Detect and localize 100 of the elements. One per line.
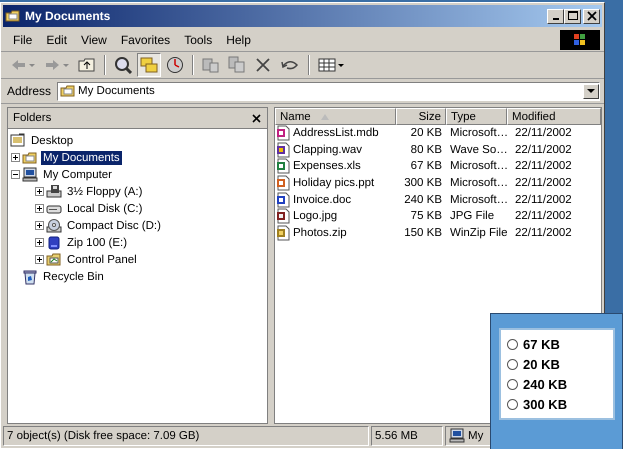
file-size: 67 KB (410, 160, 443, 172)
expander-box[interactable] (35, 187, 44, 196)
file-date: 22/11/2002 (514, 177, 573, 190)
file-type: Microsoft… (449, 194, 507, 206)
file-type: Microsoft… (449, 127, 507, 140)
cd-icon (46, 218, 62, 234)
expander-box[interactable] (35, 255, 44, 264)
caret-icon (587, 88, 595, 94)
file-name[interactable]: Clapping.wav (293, 144, 362, 156)
menu-item[interactable]: View (75, 33, 115, 47)
file-name[interactable]: Photos.zip (293, 226, 347, 239)
menu-item[interactable]: Help (220, 33, 259, 47)
forward-arrow-icon (44, 57, 70, 73)
zip-drive-icon (46, 234, 62, 250)
menu-item[interactable]: Edit (40, 33, 76, 47)
address-field[interactable]: My Documents (57, 82, 600, 100)
radio-button[interactable] (507, 358, 518, 370)
radio-button[interactable] (507, 338, 518, 350)
radio-button[interactable] (507, 378, 518, 390)
file-date: 22/11/2002 (514, 210, 573, 222)
tree-item[interactable]: Desktop (29, 134, 76, 148)
windows-logo (560, 30, 600, 50)
search-icon (114, 56, 132, 74)
file-type: Microsoft… (449, 177, 507, 190)
file-size: 240 KB (403, 194, 443, 206)
desktop-icon (10, 132, 26, 148)
expander-box[interactable] (11, 153, 20, 162)
option-label[interactable]: 240 KB (523, 376, 568, 392)
file-size: 300 KB (403, 177, 443, 190)
move-icon (202, 56, 220, 74)
control-panel-icon (46, 252, 62, 268)
file-type: JPG File (449, 210, 496, 222)
clock-icon (166, 56, 184, 74)
option-label[interactable]: 20 KB (523, 356, 560, 372)
column-header[interactable]: Name (275, 108, 396, 125)
close-button[interactable] (583, 8, 600, 24)
delete-icon (254, 56, 272, 74)
folder-icon (60, 83, 76, 99)
expander-box[interactable] (35, 221, 44, 230)
folder-icon (22, 150, 38, 166)
minimize-button[interactable] (547, 8, 564, 24)
menu-item[interactable]: Tools (178, 33, 220, 47)
file-name[interactable]: Logo.jpg (293, 210, 338, 222)
file-date: 22/11/2002 (514, 160, 573, 172)
close-icon (586, 11, 596, 21)
menu-item[interactable]: Favorites (114, 33, 178, 47)
column-header[interactable]: Size (396, 108, 446, 125)
expander-box[interactable] (35, 238, 44, 247)
tree-item[interactable]: Zip 100 (E:) (65, 236, 130, 250)
tree-item[interactable]: Compact Disc (D:) (65, 218, 163, 232)
folders-button[interactable] (137, 53, 161, 77)
file-name[interactable]: Holiday pics.ppt (293, 177, 374, 190)
expander-icon (35, 255, 44, 264)
window-title: My Documents (25, 9, 112, 23)
grid-view-icon (318, 57, 346, 73)
address-value: My Documents (78, 85, 156, 97)
column-header[interactable]: Modified (507, 108, 601, 125)
maximize-button[interactable] (564, 8, 581, 24)
radio-button[interactable] (507, 398, 518, 410)
back-arrow-icon (10, 57, 36, 73)
file-name[interactable]: AddressList.mdb (293, 127, 379, 140)
status-size: 5.56 MB (371, 426, 443, 446)
column-header[interactable]: Type (446, 108, 507, 125)
recycle-bin-icon (22, 268, 38, 284)
expander-icon (11, 153, 20, 162)
file-date: 22/11/2002 (514, 226, 573, 239)
expander-icon (11, 170, 20, 179)
expander-box[interactable] (35, 204, 44, 213)
copy-icon (228, 56, 246, 74)
file-size: 80 KB (410, 144, 443, 156)
tree-item[interactable]: My Computer (41, 168, 114, 182)
folders-icon (140, 56, 158, 74)
expander-icon (35, 221, 44, 230)
file-size: 150 KB (403, 226, 443, 239)
tree-item[interactable]: My Documents (41, 150, 122, 164)
tree-item[interactable]: Recycle Bin (41, 270, 106, 284)
pane-title: Folders (13, 112, 52, 124)
file-date: 22/11/2002 (514, 127, 573, 140)
file-name[interactable]: Expenses.xls (293, 160, 361, 172)
file-size: 20 KB (410, 127, 443, 140)
option-label[interactable]: 67 KB (523, 336, 560, 352)
close-icon (252, 114, 262, 122)
computer-icon (22, 166, 38, 182)
maximize-icon (568, 11, 578, 21)
menu-item[interactable]: File (7, 33, 40, 47)
expander-box[interactable] (11, 170, 20, 179)
tree-item[interactable]: 3½ Floppy (A:) (65, 184, 144, 198)
close-button[interactable] (250, 112, 264, 124)
file-type: Microsoft… (449, 160, 507, 172)
dropdown-button[interactable] (583, 84, 599, 98)
tree-item[interactable]: Local Disk (C:) (65, 202, 144, 216)
computer-icon (449, 428, 465, 444)
up-folder-icon (78, 57, 96, 73)
expander-icon (35, 204, 44, 213)
status-text: 7 object(s) (Disk free space: 7.09 GB) (3, 426, 369, 446)
minimize-icon (552, 18, 558, 20)
option-label[interactable]: 300 KB (523, 396, 568, 412)
file-name[interactable]: Invoice.doc (293, 194, 352, 206)
location-text: My (468, 430, 484, 442)
tree-item[interactable]: Control Panel (65, 252, 139, 266)
